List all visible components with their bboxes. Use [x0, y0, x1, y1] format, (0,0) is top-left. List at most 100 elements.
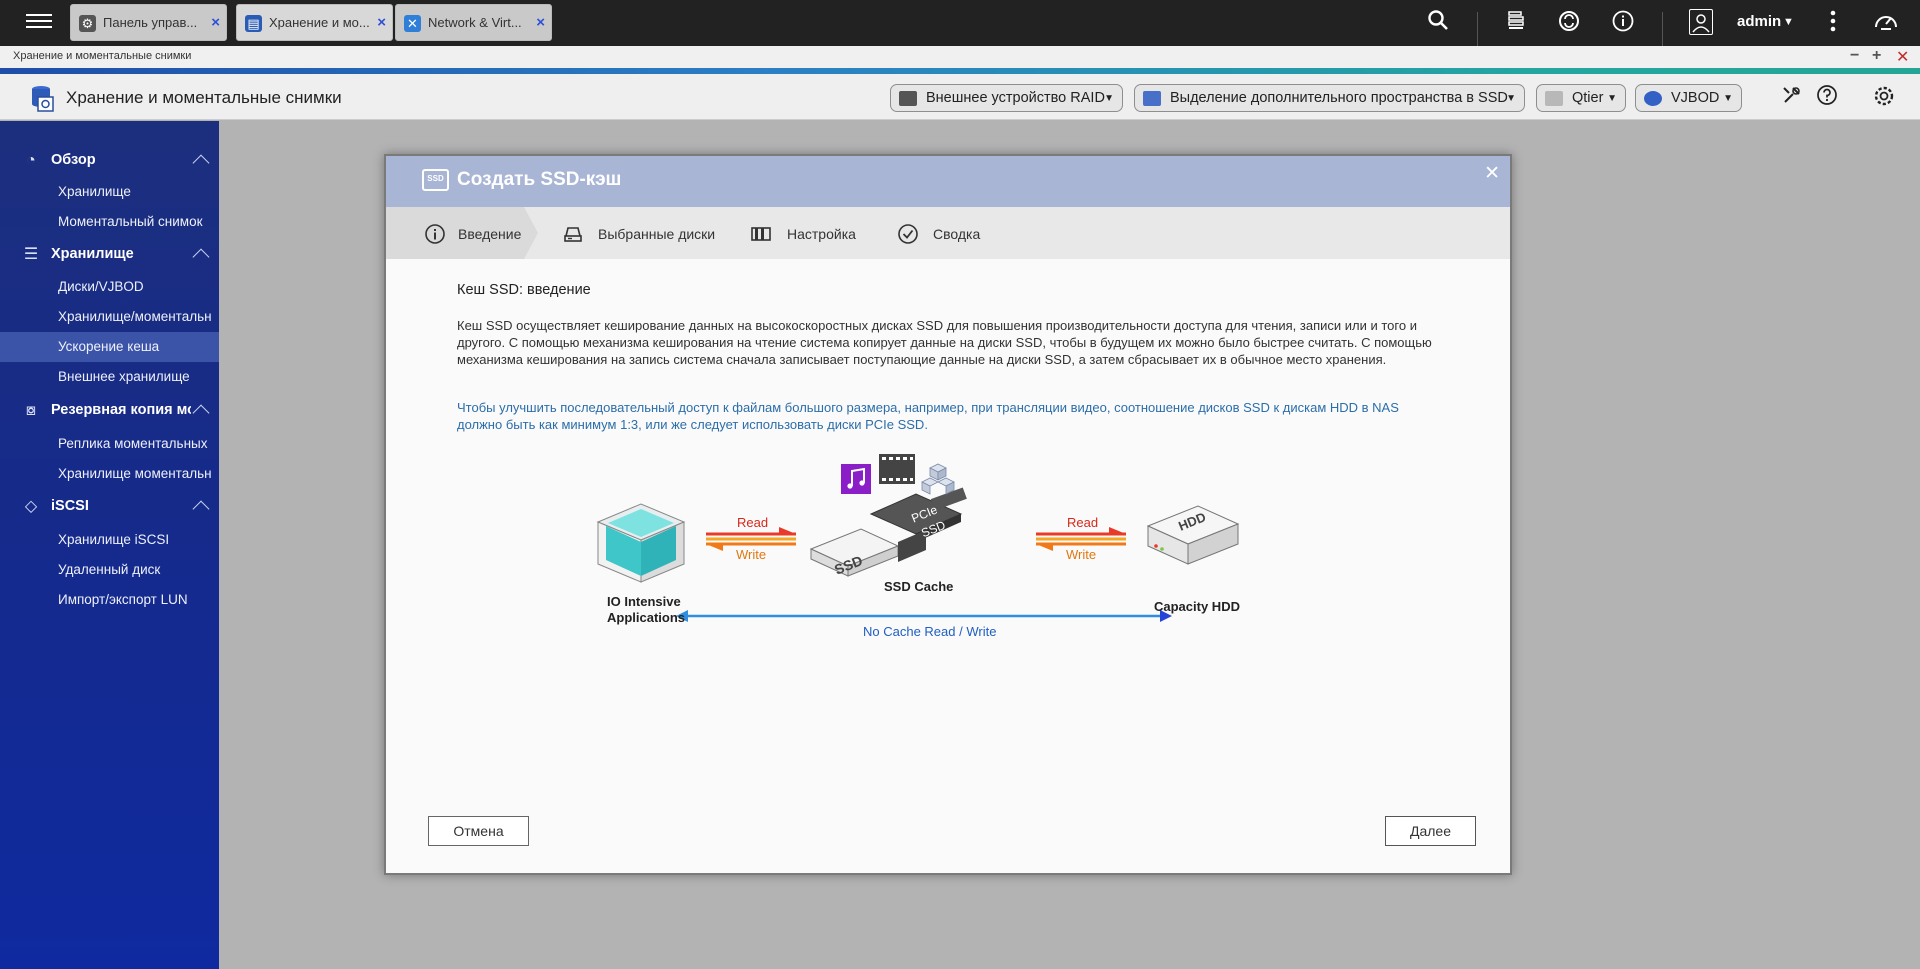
sidebar: ◔ Обзор Хранилище Моментальный снимок ☰ …	[0, 121, 219, 969]
item-label: Хранилище моментальн	[58, 466, 212, 481]
app-title: Хранение и моментальные снимки	[66, 88, 342, 107]
button-label: VJBOD	[1671, 90, 1720, 106]
step-selected-disks[interactable]: Выбранные диски	[562, 207, 722, 259]
item-label: Диски/VJBOD	[58, 279, 144, 294]
tab-title: Хранение и мо...	[269, 15, 369, 30]
ssd-overprovisioning-button[interactable]: Выделение дополнительного пространства в…	[1134, 84, 1525, 112]
settings-icon	[751, 227, 771, 241]
tab-control-panel[interactable]: ⚙ Панель управ... ×	[70, 4, 227, 41]
item-label: Моментальный снимок	[58, 214, 203, 229]
step-label: Сводка	[933, 226, 981, 242]
cubes-icon	[921, 463, 955, 495]
sidebar-section-overview[interactable]: ◔ Обзор	[0, 145, 219, 175]
settings-gear-icon[interactable]	[1870, 84, 1898, 112]
divider	[1477, 12, 1478, 46]
raid-device-icon	[899, 91, 917, 106]
ssd-provision-icon	[1143, 91, 1161, 106]
item-label: Внешнее хранилище	[58, 369, 190, 384]
sidebar-section-iscsi[interactable]: ◇ iSCSI	[0, 491, 219, 521]
sidebar-section-storage[interactable]: ☰ Хранилище	[0, 239, 219, 269]
sidebar-item-storage[interactable]: Хранилище	[0, 177, 219, 207]
sidebar-item-iscsi-storage[interactable]: Хранилище iSCSI	[0, 525, 219, 555]
item-label: Хранилище	[58, 184, 131, 199]
item-label: Ускорение кеша	[58, 339, 160, 354]
chevron-down-icon: ▼	[1723, 93, 1733, 104]
stack-icon[interactable]	[1502, 9, 1530, 37]
music-note-icon	[841, 464, 871, 494]
step-intro[interactable]: Введение	[424, 207, 524, 259]
step-summary[interactable]: Сводка	[897, 207, 1007, 259]
dialog-header: SSD Создать SSD-кэш ✕	[386, 156, 1510, 207]
write-label-left: Write	[736, 547, 767, 562]
ssd-cache-diagram: SSD PCIe SSD HDD Read Write Read Write I…	[586, 454, 1306, 654]
create-ssd-cache-dialog: SSD Создать SSD-кэш ✕ Введение Выбранные…	[384, 154, 1512, 875]
button-label: Внешнее устройство RAID	[926, 90, 1105, 106]
qtier-icon	[1545, 91, 1563, 106]
tools-icon[interactable]	[1778, 84, 1806, 112]
tab-close-icon[interactable]: ×	[211, 14, 220, 31]
intro-description: Кеш SSD осуществляет кеширование данных …	[457, 318, 1432, 367]
io-applications-cube-icon	[596, 503, 686, 583]
sidebar-item-remote-disk[interactable]: Удаленный диск	[0, 555, 219, 585]
chevron-down-icon[interactable]: ▼	[1783, 16, 1794, 28]
chevron-up-icon	[192, 500, 210, 518]
capacity-hdd-label: Capacity HDD	[1154, 599, 1240, 614]
section-label: Хранилище	[51, 246, 134, 262]
database-icon: ☰	[23, 246, 39, 263]
dashboard-icon[interactable]	[1872, 9, 1900, 37]
sidebar-item-external-storage[interactable]: Внешнее хранилище	[0, 362, 219, 392]
sidebar-item-snapshot-replica[interactable]: Реплика моментальных	[0, 429, 219, 459]
tab-close-icon[interactable]: ×	[377, 14, 386, 31]
search-icon[interactable]	[1424, 9, 1452, 37]
app-header: Хранение и моментальные снимки Внешнее у…	[0, 74, 1920, 120]
cancel-button[interactable]: Отмена	[428, 816, 529, 846]
section-label: Резервная копия мо	[51, 402, 191, 418]
sidebar-item-disks[interactable]: Диски/VJBOD	[0, 272, 219, 302]
maximize-button[interactable]: +	[1872, 47, 1881, 65]
chevron-up-icon	[192, 248, 210, 266]
next-button[interactable]: Далее	[1385, 816, 1476, 846]
sidebar-item-snapshot-vault[interactable]: Хранилище моментальн	[0, 459, 219, 489]
tab-network[interactable]: ✕ Network & Virt... ×	[395, 4, 552, 41]
close-button[interactable]: ✕	[1896, 47, 1909, 67]
sidebar-section-snapshot-backup[interactable]: ⧇ Резервная копия мо	[0, 395, 219, 425]
sidebar-item-storage-snapshots[interactable]: Хранилище/моментальн	[0, 302, 219, 332]
check-circle-icon	[898, 224, 918, 244]
iscsi-icon: ◇	[24, 498, 38, 515]
close-icon[interactable]: ✕	[1484, 162, 1500, 185]
item-label: Удаленный диск	[58, 562, 161, 577]
window-title-bar: Хранение и моментальные снимки − + ✕	[0, 46, 1920, 68]
backup-icon: ⧇	[25, 402, 37, 419]
window-title: Хранение и моментальные снимки	[13, 50, 192, 62]
storage-icon: ▤	[245, 15, 262, 32]
info-icon	[425, 224, 445, 244]
user-icon[interactable]	[1689, 9, 1713, 35]
tab-storage[interactable]: ▤ Хранение и мо... ×	[236, 4, 393, 41]
top-bar: ⚙ Панель управ... × ▤ Хранение и мо... ×…	[0, 0, 1920, 46]
main-menu-button[interactable]	[26, 10, 52, 34]
help-icon[interactable]	[1813, 84, 1841, 112]
sidebar-item-lun-import-export[interactable]: Импорт/экспорт LUN	[0, 585, 219, 615]
wizard-steps: Введение Выбранные диски Настройка Сводк…	[386, 207, 1510, 259]
external-raid-button[interactable]: Внешнее устройство RAID ▼	[890, 84, 1123, 112]
step-configure[interactable]: Настройка	[750, 207, 870, 259]
tab-close-icon[interactable]: ×	[536, 14, 545, 31]
qtier-button[interactable]: Qtier ▼	[1536, 84, 1626, 112]
step-label: Настройка	[787, 226, 856, 242]
sidebar-item-snapshot[interactable]: Моментальный снимок	[0, 207, 219, 237]
sidebar-item-cache-acceleration[interactable]: Ускорение кеша	[0, 332, 219, 362]
more-icon[interactable]	[1819, 9, 1847, 37]
chevron-up-icon	[192, 154, 210, 172]
intro-heading: Кеш SSD: введение	[457, 282, 591, 298]
ssd-icon: SSD	[422, 169, 449, 191]
ssd-cache-label: SSD Cache	[884, 579, 954, 594]
user-menu[interactable]: admin	[1737, 13, 1781, 30]
chevron-up-icon	[192, 404, 210, 422]
film-strip-icon	[879, 454, 915, 484]
vjbod-button[interactable]: VJBOD ▼	[1635, 84, 1742, 112]
section-label: Обзор	[51, 152, 96, 168]
info-icon[interactable]	[1609, 9, 1637, 37]
item-label: Импорт/экспорт LUN	[58, 592, 188, 607]
minimize-button[interactable]: −	[1850, 47, 1859, 65]
sync-icon[interactable]	[1555, 9, 1583, 37]
